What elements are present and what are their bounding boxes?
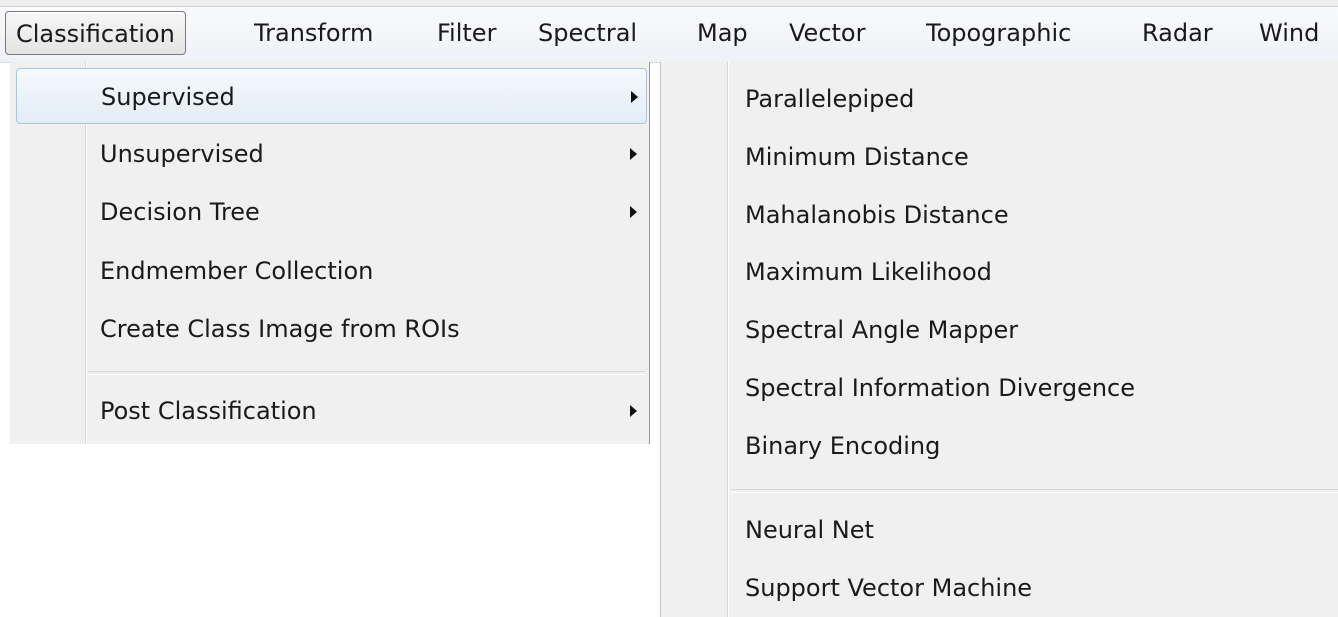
menu-item-label: Decision Tree <box>100 198 260 226</box>
menu-item-label: Maximum Likelihood <box>745 258 992 286</box>
chevron-right-icon <box>631 91 638 103</box>
menu-filter[interactable]: Filter <box>437 11 496 55</box>
menu-item-label: Support Vector Machine <box>745 574 1033 602</box>
menu-item-label: Spectral Information Divergence <box>745 374 1135 402</box>
menu-item-supervised[interactable]: Supervised <box>16 68 647 124</box>
chevron-right-icon <box>630 148 637 160</box>
menu-item-minimum-distance[interactable]: Minimum Distance <box>661 129 1338 185</box>
menu-item-endmember-collection[interactable]: Endmember Collection <box>10 243 649 299</box>
menu-separator <box>88 371 645 375</box>
menu-item-label: Mahalanobis Distance <box>745 201 1009 229</box>
menu-item-label: Neural Net <box>745 516 874 544</box>
menu-item-create-class-image[interactable]: Create Class Image from ROIs <box>10 301 649 357</box>
menu-item-label: Endmember Collection <box>100 257 374 285</box>
menu-separator <box>731 489 1338 493</box>
menu-classification[interactable]: Classification <box>5 11 186 55</box>
menu-item-support-vector-machine[interactable]: Support Vector Machine <box>661 560 1338 616</box>
window-top-edge <box>0 0 1338 7</box>
menu-item-label: Post Classification <box>100 397 317 425</box>
menu-item-label: Supervised <box>101 83 235 111</box>
menu-radar[interactable]: Radar <box>1142 11 1213 55</box>
classification-menu: Supervised Unsupervised Decision Tree En… <box>10 62 650 444</box>
menu-bar: Classification Transform Filter Spectral… <box>0 0 1338 63</box>
menu-topographic[interactable]: Topographic <box>926 11 1071 55</box>
menu-item-label: Parallelepiped <box>745 85 915 113</box>
chevron-right-icon <box>630 206 637 218</box>
menu-spectral[interactable]: Spectral <box>538 11 637 55</box>
menu-item-spectral-information-divergence[interactable]: Spectral Information Divergence <box>661 360 1338 416</box>
menu-item-unsupervised[interactable]: Unsupervised <box>10 126 649 182</box>
menu-item-post-classification[interactable]: Post Classification <box>10 383 649 439</box>
menu-item-label: Binary Encoding <box>745 432 941 460</box>
menu-map[interactable]: Map <box>697 11 748 55</box>
menu-item-maximum-likelihood[interactable]: Maximum Likelihood <box>661 244 1338 300</box>
menu-item-label: Spectral Angle Mapper <box>745 316 1019 344</box>
menu-item-label: Minimum Distance <box>745 143 969 171</box>
menu-item-label: Create Class Image from ROIs <box>100 315 460 343</box>
menu-item-decision-tree[interactable]: Decision Tree <box>10 184 649 240</box>
menu-transform[interactable]: Transform <box>254 11 373 55</box>
menu-window[interactable]: Wind <box>1259 11 1319 55</box>
supervised-submenu: Parallelepiped Minimum Distance Mahalano… <box>660 62 1338 617</box>
menu-item-spectral-angle-mapper[interactable]: Spectral Angle Mapper <box>661 302 1338 358</box>
menu-item-neural-net[interactable]: Neural Net <box>661 502 1338 558</box>
menu-item-binary-encoding[interactable]: Binary Encoding <box>661 418 1338 474</box>
chevron-right-icon <box>630 405 637 417</box>
menu-item-mahalanobis-distance[interactable]: Mahalanobis Distance <box>661 187 1338 243</box>
menu-item-label: Unsupervised <box>100 140 264 168</box>
menu-item-parallelepiped[interactable]: Parallelepiped <box>661 71 1338 127</box>
menu-vector[interactable]: Vector <box>789 11 865 55</box>
